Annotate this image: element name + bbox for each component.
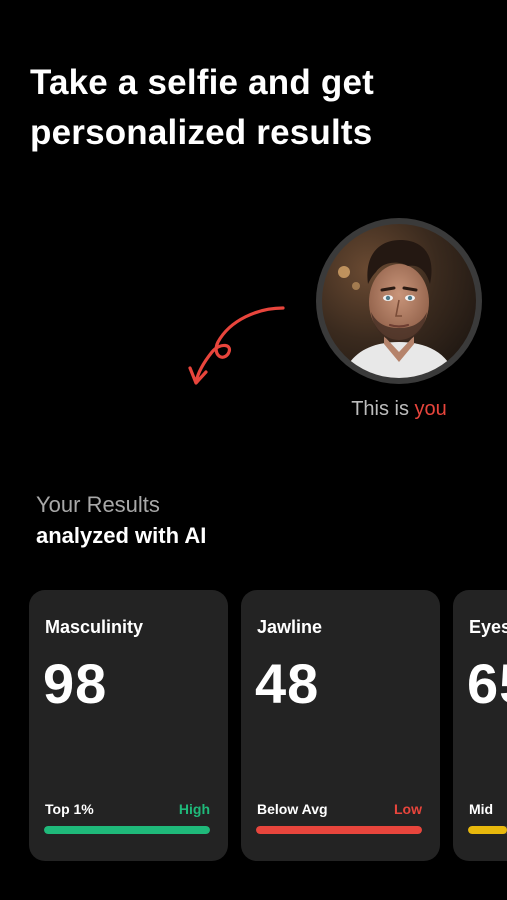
caption-highlight: you: [414, 398, 447, 420]
card-progress-fill: [44, 826, 210, 834]
card-title: Eyes: [469, 617, 507, 637]
card-rank: Top 1%: [45, 801, 94, 817]
profile-caption: This is you: [316, 398, 482, 421]
card-rank: Below Avg: [257, 801, 328, 817]
card-score: 98: [43, 652, 108, 715]
card-progress-bar: [44, 826, 210, 834]
card-score: 65: [467, 652, 507, 715]
user-selfie-photo: [322, 224, 476, 378]
card-rank: Mid: [469, 801, 494, 817]
card-progress-fill: [468, 826, 507, 834]
caption-prefix: This is: [351, 398, 415, 420]
curved-arrow-icon: [188, 306, 285, 385]
card-progress-bar: [256, 826, 422, 834]
headline: Take a selfie and get personalized resul…: [30, 63, 374, 152]
results-title: analyzed with AI: [36, 523, 207, 548]
results-subtitle: Your Results: [36, 492, 160, 517]
card-level: High: [178, 801, 210, 817]
card-level: Low: [394, 801, 422, 817]
result-card-eyes[interactable]: Eyes 65 Mid: [453, 590, 507, 861]
result-card-jawline[interactable]: Jawline 48 Below Avg Low: [241, 590, 440, 861]
card-title: Masculinity: [45, 617, 144, 637]
card-title: Jawline: [257, 617, 323, 637]
card-progress-bar: [468, 826, 507, 834]
result-card-masculinity[interactable]: Masculinity 98 Top 1% High: [29, 590, 228, 861]
card-score: 48: [255, 652, 320, 715]
card-progress-fill: [256, 826, 422, 834]
avatar: [316, 218, 482, 384]
